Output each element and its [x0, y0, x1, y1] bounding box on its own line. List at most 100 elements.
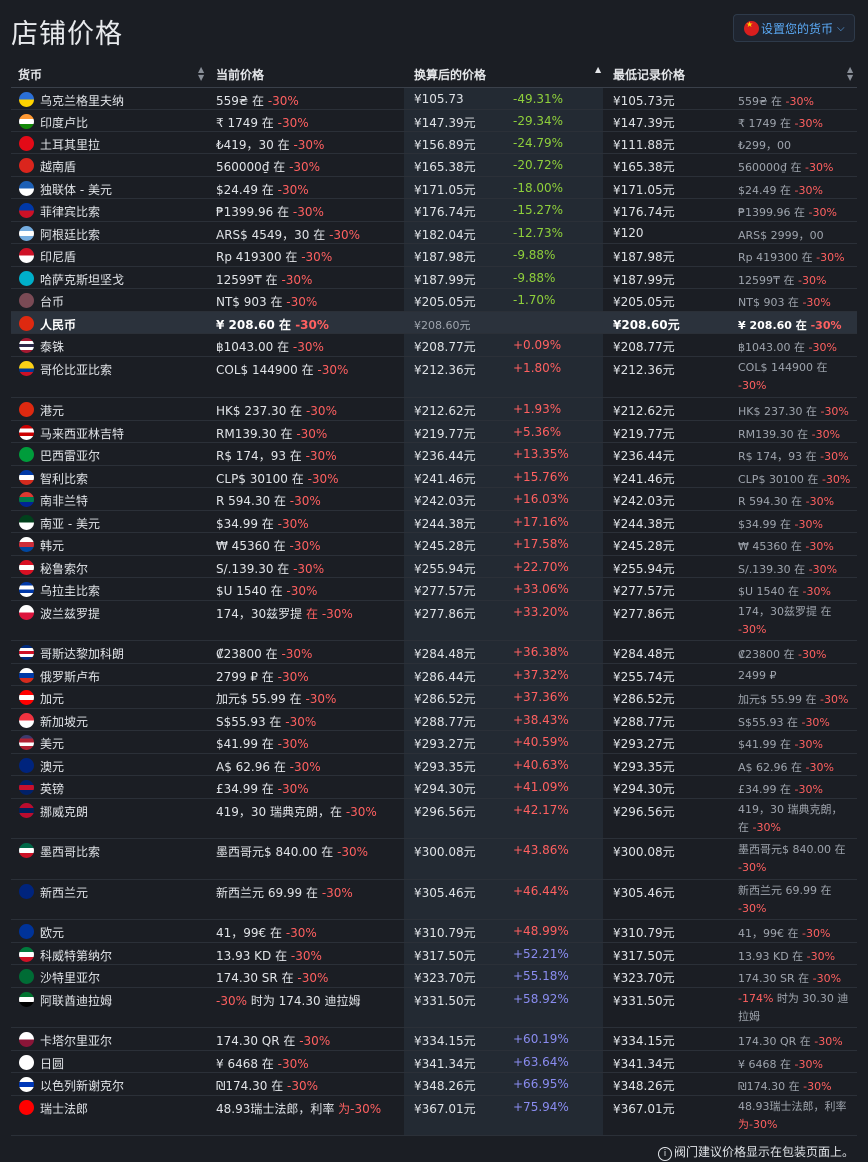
discount-badge: -30%: [794, 1058, 823, 1071]
table-row: 科威特第纳尔 13.93 KD 在 -30% ¥317.50元 +52.21% ¥317…: [11, 943, 857, 965]
lowest-local-price: ₱1399.96 在 -30%: [738, 204, 837, 220]
lowest-local-price: Rp 419300 在 -30%: [738, 249, 845, 265]
lowest-local-price: HK$ 237.30 在 -30%: [738, 403, 849, 419]
price-text: 13.93 KD 在: [738, 950, 804, 963]
lowest-price: ¥111.88元: [613, 138, 675, 152]
table-row: 卡塔尔里亚尔 174.30 QR 在 -30% ¥334.15元 +60.19% ¥33…: [11, 1028, 857, 1051]
discount-badge: -30%: [738, 379, 767, 392]
lowest-local-price: ₡23800 在 -30%: [738, 646, 826, 662]
current-price: ARS$ 4549，30 在 -30%: [216, 226, 360, 243]
discount-badge: -30%: [277, 116, 309, 130]
lowest-local-price: S$55.93 在 -30%: [738, 714, 830, 730]
converted-price: ¥296.56元: [414, 805, 476, 819]
sort-asc-icon[interactable]: ▲: [595, 66, 601, 74]
currency-name: 越南盾: [40, 160, 77, 174]
lowest-local-price: ₹ 1749 在 -30%: [738, 115, 823, 131]
currency-name: 加元: [40, 692, 65, 706]
price-text: ₱1399.96 在: [738, 206, 805, 219]
table-row: 英镑 £34.99 在 -30% ¥294.30元 +41.09% ¥294.30元 £3…: [11, 776, 857, 799]
price-text: S$55.93 在: [216, 715, 286, 729]
table-row: 巴西雷亚尔 R$ 174，93 在 -30% ¥236.44元 +13.35% ¥236…: [11, 443, 857, 466]
flag-icon: [19, 537, 34, 552]
percent-change: +42.17%: [513, 803, 569, 817]
price-text: 时为 174.30 迪拉姆: [247, 994, 361, 1008]
discount-badge: -30%: [752, 821, 781, 834]
discount-badge: -30%: [803, 1080, 832, 1093]
footnote: i 阀门建议价格显示在包装页面上。: [657, 1143, 854, 1161]
percent-change: +58.92%: [513, 992, 569, 1006]
lowest-price: ¥334.15元: [613, 1034, 675, 1048]
discount-badge: -30%: [216, 994, 248, 1008]
discount-badge: -30%: [805, 540, 834, 553]
table-row: 印尼盾 Rp 419300 在 -30% ¥187.98元 -9.88% ¥187.98…: [11, 244, 857, 267]
col-lowest-price[interactable]: 最低记录价格: [613, 66, 685, 83]
discount-badge: -30%: [794, 783, 823, 796]
lowest-price: ¥317.50元: [613, 949, 675, 963]
col-current-price[interactable]: 当前价格: [216, 66, 264, 83]
discount-badge: -30%: [281, 647, 313, 661]
lowest-price: ¥171.05元: [613, 183, 675, 197]
flag-icon: [19, 136, 34, 151]
price-text: 12599₸ 在: [738, 274, 795, 287]
currency-name: 哥伦比亚比索: [40, 363, 113, 377]
discount-badge: -30%: [299, 1034, 331, 1048]
col-converted-price[interactable]: 换算后的价格: [414, 66, 486, 83]
sort-icon[interactable]: ▲ ▼: [198, 66, 204, 82]
discount-badge: -30%: [281, 273, 313, 287]
lowest-local-price: $U 1540 在 -30%: [738, 583, 831, 599]
current-price: NT$ 903 在 -30%: [216, 293, 317, 310]
currency-name: 沙特里亚尔: [40, 971, 101, 985]
current-price: 174.30 QR 在 -30%: [216, 1032, 330, 1049]
flag-icon: [19, 226, 34, 241]
converted-price: ¥341.34元: [414, 1057, 476, 1071]
sort-icon[interactable]: ▲ ▼: [847, 66, 853, 82]
lowest-local-price: 13.93 KD 在 -30%: [738, 948, 835, 964]
discount-badge: -30%: [321, 886, 353, 900]
flag-icon: [19, 447, 34, 462]
currency-name: 台币: [40, 295, 65, 309]
price-text: HK$ 237.30 在: [738, 405, 817, 418]
price-text: ₹ 1749 在: [738, 117, 791, 130]
price-text: 559₴ 在: [216, 94, 268, 108]
currency-name: 澳元: [40, 760, 65, 774]
price-text: 419，30 瑞典克朗，在: [216, 805, 346, 819]
lowest-price: ¥323.70元: [613, 971, 675, 985]
converted-price: ¥165.38元: [414, 160, 476, 174]
percent-change: +22.70%: [513, 560, 569, 574]
lowest-local-price: $34.99 在 -30%: [738, 516, 823, 532]
price-text: $34.99 在: [216, 517, 278, 531]
table-body: 乌克兰格里夫纳 559₴ 在 -30% ¥105.73 -49.31% ¥105.73元…: [11, 88, 857, 1136]
discount-badge: -30%: [292, 205, 324, 219]
lowest-local-price: A$ 62.96 在 -30%: [738, 759, 834, 775]
converted-price: ¥348.26元: [414, 1079, 476, 1093]
converted-price: ¥219.77元: [414, 427, 476, 441]
current-price: ₪174.30 在 -30%: [216, 1077, 318, 1094]
table-row: 挪威克朗 419，30 瑞典克朗，在 -30% ¥296.56元 +42.17% ¥29…: [11, 799, 857, 839]
discount-badge: -30%: [820, 450, 849, 463]
percent-change: +1.80%: [513, 361, 562, 375]
percent-change: -49.31%: [513, 92, 564, 106]
discount-badge: -30%: [812, 972, 842, 985]
price-text: S$55.93 在: [738, 716, 798, 729]
percent-change: +48.99%: [513, 924, 569, 938]
price-text: 新西兰元 69.99 在: [216, 886, 322, 900]
discount-badge: -30%: [337, 845, 369, 859]
discount-badge: -30%: [267, 94, 299, 108]
lowest-local-price: CLP$ 30100 在 -30%: [738, 471, 850, 487]
price-text: ₱1399.96 在: [216, 205, 293, 219]
discount-badge: -30%: [794, 117, 823, 130]
set-currency-button[interactable]: 设置您的货币 ⌵: [733, 14, 855, 42]
price-text: 12599₸ 在: [216, 273, 282, 287]
flag-icon: [19, 758, 34, 773]
currency-name: 人民币: [40, 318, 77, 332]
currency-name: 印尼盾: [40, 250, 77, 264]
price-text: $24.49 在: [738, 184, 791, 197]
lowest-local-price: ARS$ 2999，00: [738, 227, 824, 243]
table-row: 台币 NT$ 903 在 -30% ¥205.05元 -1.70% ¥205.05元 NT…: [11, 289, 857, 312]
current-price: ₩ 45360 在 -30%: [216, 537, 321, 554]
lowest-local-price: 12599₸ 在 -30%: [738, 272, 826, 288]
price-text: R 594.30 在: [216, 494, 290, 508]
lowest-price: ¥348.26元: [613, 1079, 675, 1093]
lowest-local-price: 加元$ 55.99 在 -30%: [738, 691, 848, 707]
col-currency[interactable]: 货币: [18, 66, 42, 83]
